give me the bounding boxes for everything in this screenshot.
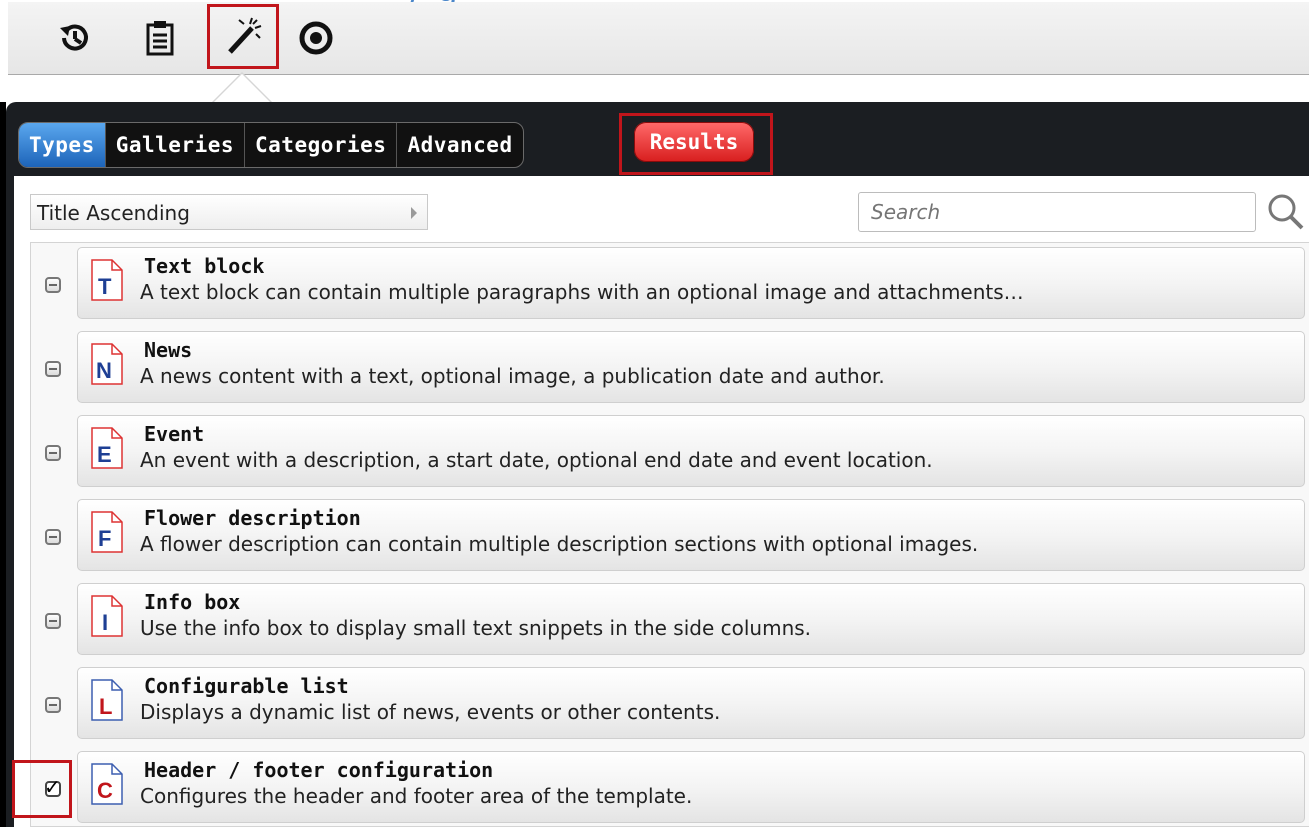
magic-wand-button[interactable] (207, 4, 279, 69)
search-icon[interactable] (1266, 192, 1306, 232)
item-title: Configurable list (144, 674, 349, 698)
item-card[interactable]: C Header / footer configuration Configur… (77, 751, 1305, 823)
tab-categories[interactable]: Categories (245, 123, 398, 167)
list-item: E Event An event with a description, a s… (31, 411, 1309, 495)
configurable-list-type-icon: L (90, 678, 124, 722)
list-item: I Info box Use the info box to display s… (31, 579, 1309, 663)
item-card[interactable]: L Configurable list Displays a dynamic l… (77, 667, 1305, 739)
item-title: Header / footer configuration (144, 758, 494, 782)
list-item: N News A news content with a text, optio… (31, 327, 1309, 411)
svg-text:N: N (96, 358, 112, 383)
text-block-type-icon: T (90, 258, 124, 302)
flower-description-type-icon: F (90, 510, 124, 554)
item-description: An event with a description, a start dat… (140, 448, 933, 472)
target-button[interactable] (292, 12, 340, 64)
list-item: L Configurable list Displays a dynamic l… (31, 663, 1309, 747)
popover-pointer-inner (214, 74, 270, 102)
item-card[interactable]: I Info box Use the info box to display s… (77, 583, 1305, 655)
item-title: Event (144, 422, 205, 446)
item-description: A flower description can contain multipl… (140, 532, 979, 556)
event-type-icon: E (90, 426, 124, 470)
tab-advanced[interactable]: Advanced (397, 123, 522, 167)
svg-text:L: L (99, 694, 112, 719)
checkbox-highlight (12, 760, 72, 818)
item-description: A text block can contain multiple paragr… (140, 280, 1024, 304)
tab-bar: Types Galleries Categories Advanced (18, 122, 524, 168)
item-checkbox[interactable] (45, 445, 61, 461)
item-checkbox[interactable] (45, 277, 61, 293)
item-description: Configures the header and footer area of… (140, 784, 693, 808)
target-icon (299, 21, 333, 55)
item-description: A news content with a text, optional ima… (140, 364, 885, 388)
results-highlight: Results (619, 113, 773, 175)
tab-galleries[interactable]: Galleries (106, 123, 246, 167)
results-button[interactable]: Results (634, 122, 754, 162)
sort-select[interactable]: Title Ascending (30, 194, 428, 230)
item-checkbox[interactable] (45, 697, 61, 713)
item-checkbox[interactable] (45, 361, 61, 377)
search-input[interactable] (858, 192, 1256, 232)
news-type-icon: N (90, 342, 124, 386)
item-description: Use the info box to display small text s… (140, 616, 812, 640)
item-title: News (144, 338, 193, 362)
clipboard-icon (146, 21, 174, 56)
magic-wand-icon (228, 17, 262, 54)
svg-text:F: F (98, 526, 111, 551)
item-checkbox[interactable] (45, 613, 61, 629)
item-checkbox[interactable] (45, 529, 61, 545)
history-icon (60, 24, 88, 51)
content-type-list: T Text block A text block can contain mu… (12, 242, 1309, 827)
item-description: Displays a dynamic list of news, events … (140, 700, 721, 724)
item-card[interactable]: T Text block A text block can contain mu… (77, 247, 1305, 319)
list-item: ✓ C Header / footer configuration Config… (12, 747, 1309, 831)
item-title: Text block (144, 254, 265, 278)
list-item: T Text block A text block can contain mu… (31, 243, 1309, 327)
list-item: F Flower description A flower descriptio… (31, 495, 1309, 579)
chevron-right-icon (411, 207, 417, 219)
tab-types[interactable]: Types (19, 123, 106, 167)
header-footer-configuration-type-icon: C (90, 762, 124, 806)
item-card[interactable]: N News A news content with a text, optio… (77, 331, 1305, 403)
clipboard-button[interactable] (136, 12, 184, 64)
svg-text:E: E (97, 442, 112, 467)
history-button[interactable] (50, 12, 98, 64)
svg-text:T: T (98, 274, 112, 299)
item-card[interactable]: F Flower description A flower descriptio… (77, 499, 1305, 571)
svg-text:C: C (97, 778, 113, 803)
item-title: Flower description (144, 506, 361, 530)
sort-select-value: Title Ascending (37, 201, 190, 225)
item-title: Info box (144, 590, 241, 614)
svg-text:I: I (102, 610, 108, 635)
item-card[interactable]: E Event An event with a description, a s… (77, 415, 1305, 487)
toolbar (8, 2, 1309, 75)
info-box-type-icon: I (90, 594, 124, 638)
